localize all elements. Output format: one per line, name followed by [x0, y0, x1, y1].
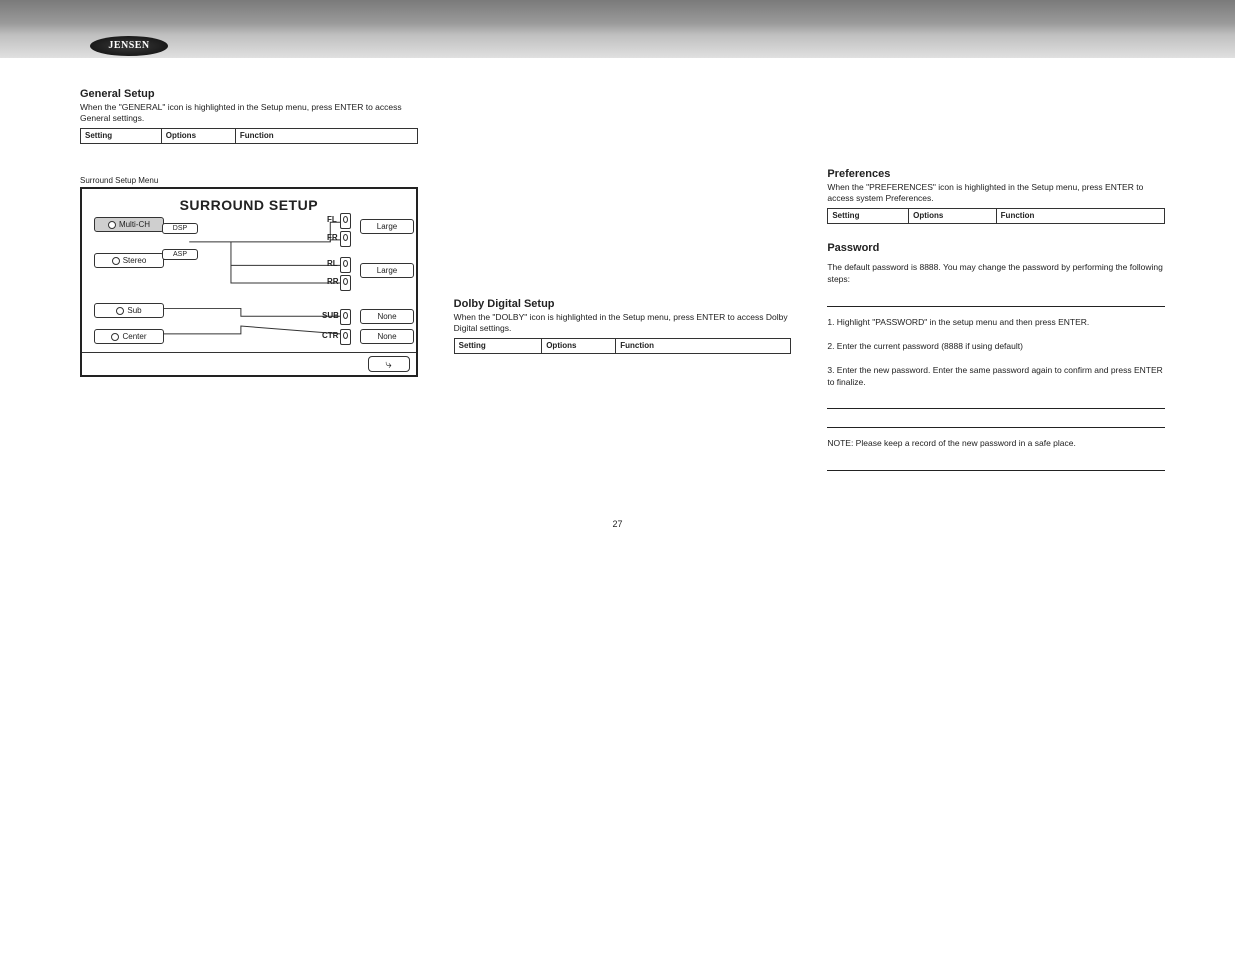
sub-label: SUB [322, 311, 339, 320]
surround-caption: Surround Setup Menu [80, 176, 418, 185]
dsp-chip: DSP [162, 223, 198, 234]
header-banner: JENSEN [0, 0, 1235, 58]
write-line [827, 417, 1165, 428]
write-line [827, 296, 1165, 307]
surround-diagram: SURROUND SETUP [80, 187, 418, 377]
table-header: Function [235, 129, 417, 144]
general-setup-table: Setting Options Function [80, 128, 418, 144]
prefs-title: Preferences [827, 168, 1165, 180]
speaker-icon [340, 275, 351, 291]
asp-chip: ASP [162, 249, 198, 260]
sub-value-pill[interactable]: None [360, 309, 414, 324]
password-note: NOTE: Please keep a record of the new pa… [827, 438, 1165, 450]
speaker-icon [340, 257, 351, 273]
password-title: Password [827, 242, 1165, 254]
stereo-pill[interactable]: Stereo [94, 253, 164, 268]
prefs-table: Setting Options Function [827, 208, 1165, 224]
table-header: Function [616, 339, 791, 354]
surround-return-button[interactable]: ⤶ [368, 356, 410, 372]
table-header: Options [161, 129, 235, 144]
rl-label: RL [327, 259, 338, 268]
speaker-icon [340, 329, 351, 345]
table-header: Function [996, 209, 1164, 224]
dolby-table: Setting Options Function [454, 338, 792, 354]
password-step-3: 3. Enter the new password. Enter the sam… [827, 365, 1165, 389]
password-step-1: 1. Highlight "PASSWORD" in the setup men… [827, 317, 1165, 329]
general-setup-title: General Setup [80, 88, 418, 100]
fr-label: FR [327, 233, 338, 242]
fl-label: FL [327, 215, 337, 224]
table-header: Options [542, 339, 616, 354]
center-pill[interactable]: Center [94, 329, 164, 344]
password-step-2: 2. Enter the current password (8888 if u… [827, 341, 1165, 353]
password-intro: The default password is 8888. You may ch… [827, 262, 1165, 286]
dolby-title: Dolby Digital Setup [454, 298, 792, 310]
brand-logo: JENSEN [90, 36, 168, 56]
write-line [827, 460, 1165, 471]
prefs-subtitle: When the "PREFERENCES" icon is highlight… [827, 182, 1165, 204]
rr-label: RR [327, 277, 339, 286]
speaker-icon [340, 309, 351, 325]
write-line [827, 398, 1165, 409]
general-setup-subtitle: When the "GENERAL" icon is highlighted i… [80, 102, 418, 124]
sub-pill[interactable]: Sub [94, 303, 164, 318]
table-header: Setting [81, 129, 162, 144]
ctr-value-pill[interactable]: None [360, 329, 414, 344]
surround-title: SURROUND SETUP [82, 197, 416, 213]
dolby-subtitle: When the "DOLBY" icon is highlighted in … [454, 312, 792, 334]
table-header: Setting [454, 339, 542, 354]
table-header: Options [909, 209, 997, 224]
table-header: Setting [828, 209, 909, 224]
speaker-icon [340, 231, 351, 247]
ctr-label: CTR [322, 331, 338, 340]
speaker-icon [340, 213, 351, 229]
front-value-pill[interactable]: Large [360, 219, 414, 234]
multi-ch-pill[interactable]: Multi-CH [94, 217, 164, 232]
rear-value-pill[interactable]: Large [360, 263, 414, 278]
page-number: 27 [0, 515, 1235, 549]
